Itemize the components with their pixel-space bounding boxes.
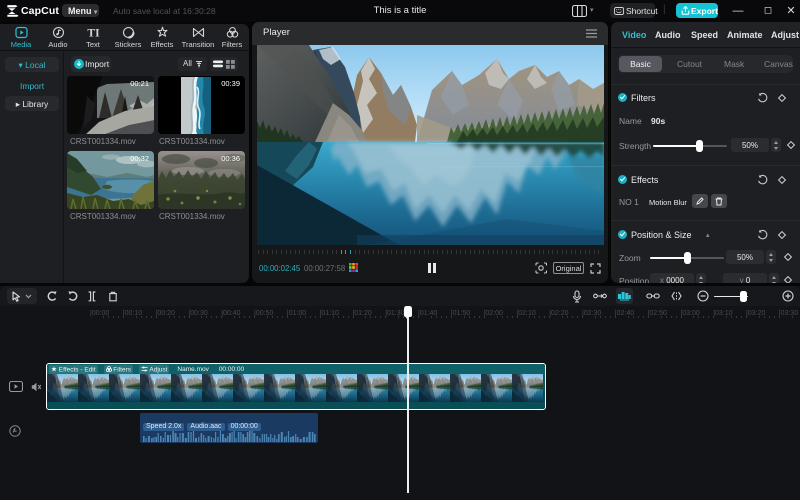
svg-text:TI: TI (87, 28, 100, 40)
